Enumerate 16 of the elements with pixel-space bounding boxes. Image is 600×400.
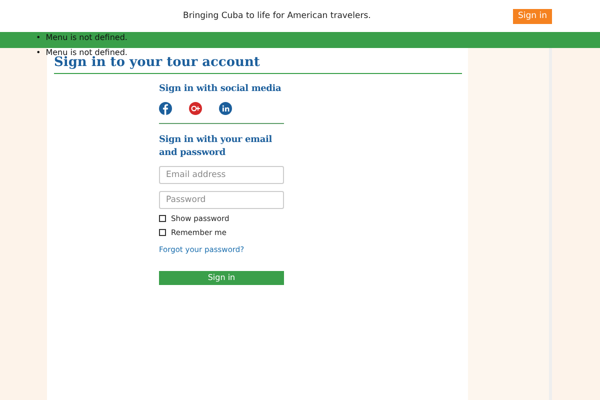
checkbox[interactable] [159, 229, 166, 236]
password-field[interactable]: Password [159, 191, 284, 209]
google-plus-icon[interactable] [189, 102, 202, 115]
submit-button[interactable]: Sign in [159, 270, 284, 284]
sign-in-button[interactable]: Sign in [513, 8, 552, 24]
email-heading: Sign in with your email and password [159, 134, 273, 160]
bullet: • [36, 32, 41, 44]
tagline: Bringing Cuba to life for American travelers. [183, 11, 372, 21]
menu-notice: Menu is not defined. [46, 32, 128, 44]
bullet: • [36, 47, 41, 59]
social-heading: Sign in with social media [159, 83, 282, 96]
email-field[interactable]: Email address [159, 166, 284, 184]
linkedin-icon[interactable] [219, 102, 232, 115]
facebook-icon[interactable] [159, 102, 172, 115]
checkbox[interactable] [159, 215, 166, 222]
menu-notice: Menu is not defined. [46, 47, 128, 57]
